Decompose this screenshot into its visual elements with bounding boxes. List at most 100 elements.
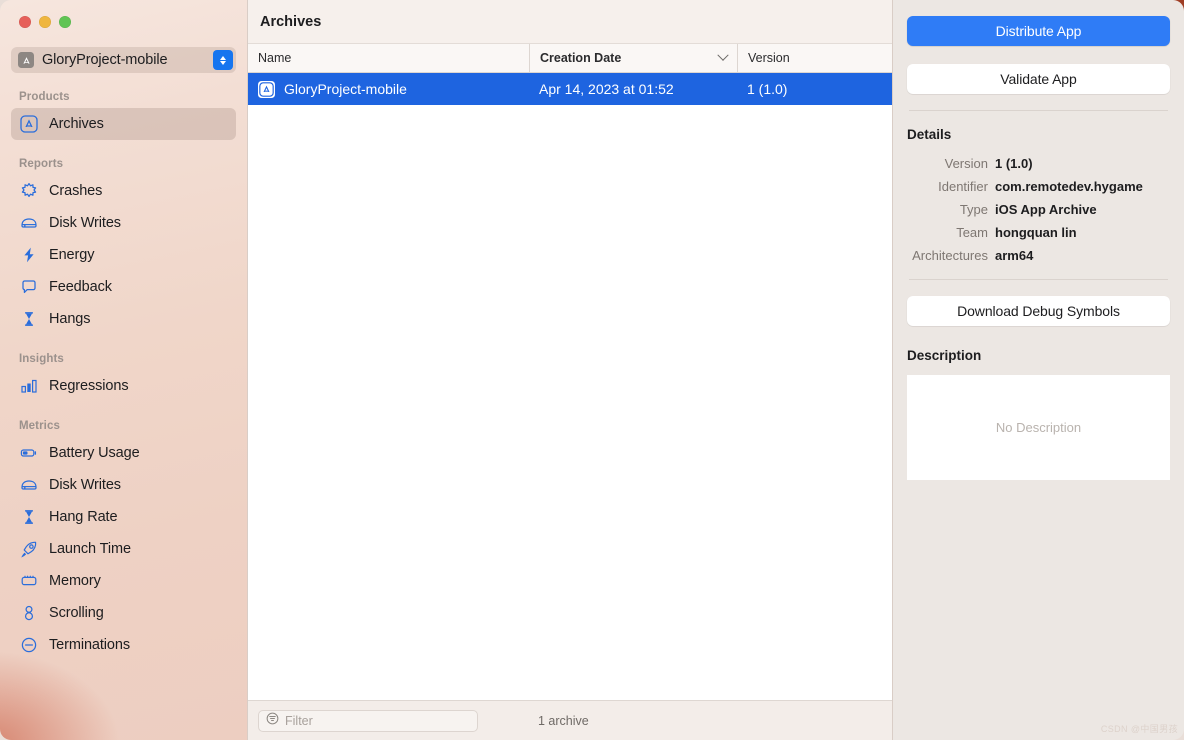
archive-inspector: Distribute App Validate App Details Vers…: [893, 0, 1184, 740]
detail-row-type: Type iOS App Archive: [907, 202, 1170, 217]
sidebar-item-archives[interactable]: Archives: [11, 108, 236, 140]
sidebar-item-label: Crashes: [49, 183, 103, 199]
xcode-organizer-window: GloryProject-mobile Products Archives Re…: [0, 0, 1184, 740]
sidebar-section-insights: Insights: [19, 353, 64, 365]
detail-value: 1 (1.0): [995, 156, 1033, 171]
page-title: Archives: [260, 13, 322, 30]
sidebar-item-launch-time[interactable]: Launch Time: [11, 533, 236, 565]
detail-row-team: Team hongquan lin: [907, 225, 1170, 240]
sidebar-item-regressions[interactable]: Regressions: [11, 370, 236, 402]
filter-icon: [266, 712, 279, 730]
sidebar-item-hangs[interactable]: Hangs: [11, 303, 236, 335]
speech-bubble-icon: [19, 278, 38, 297]
detail-value: iOS App Archive: [995, 202, 1097, 217]
details-list: Version 1 (1.0) Identifier com.remotedev…: [907, 156, 1170, 263]
sidebar-item-label: Disk Writes: [49, 215, 121, 231]
sidebar-item-terminations[interactable]: Terminations: [11, 629, 236, 661]
sidebar-item-hang-rate[interactable]: Hang Rate: [11, 501, 236, 533]
sidebar-item-label: Battery Usage: [49, 445, 140, 461]
detail-value: hongquan lin: [995, 225, 1077, 240]
column-header-label: Version: [748, 51, 790, 65]
sidebar-item-label: Regressions: [49, 378, 129, 394]
crash-burst-icon: [19, 182, 38, 201]
validate-app-button[interactable]: Validate App: [907, 64, 1170, 94]
download-debug-symbols-button[interactable]: Download Debug Symbols: [907, 296, 1170, 326]
close-button[interactable]: [19, 16, 31, 28]
detail-value: com.remotedev.hygame: [995, 179, 1143, 194]
sidebar-item-label: Memory: [49, 573, 101, 589]
archives-table-header: Name Creation Date Version: [248, 44, 892, 73]
battery-icon: [19, 444, 38, 463]
detail-key: Version: [944, 156, 988, 171]
archives-table-body: GloryProject-mobile Apr 14, 2023 at 01:5…: [248, 73, 892, 700]
detail-key: Architectures: [912, 248, 988, 263]
sidebar-section-reports: Reports: [19, 158, 64, 170]
zoom-button[interactable]: [59, 16, 71, 28]
sidebar-item-label: Energy: [49, 247, 95, 263]
disk-drive-icon: [19, 214, 38, 233]
column-header-label: Name: [258, 51, 292, 65]
xcode-project-icon: [18, 52, 34, 68]
detail-key: Identifier: [938, 179, 988, 194]
detail-row-architectures: Architectures arm64: [907, 248, 1170, 263]
scroll-knot-icon: [19, 604, 38, 623]
sidebar-section-products: Products: [19, 91, 70, 103]
bar-chart-icon: [19, 377, 38, 396]
content-footer: Filter 1 archive: [248, 700, 892, 740]
project-name-label: GloryProject-mobile: [42, 52, 168, 68]
archive-box-icon: [19, 115, 38, 134]
sidebar: GloryProject-mobile Products Archives Re…: [0, 0, 248, 740]
cell-version: 1 (1.0): [747, 81, 788, 97]
project-selector[interactable]: GloryProject-mobile: [11, 47, 236, 73]
filter-placeholder: Filter: [285, 713, 313, 728]
sidebar-item-memory[interactable]: Memory: [11, 565, 236, 597]
disk-drive-icon: [19, 476, 38, 495]
divider: [909, 110, 1168, 111]
table-row[interactable]: GloryProject-mobile Apr 14, 2023 at 01:5…: [248, 73, 892, 105]
minus-circle-icon: [19, 636, 38, 655]
column-header-version[interactable]: Version: [737, 44, 892, 72]
filter-input[interactable]: Filter: [258, 709, 478, 732]
detail-row-version: Version 1 (1.0): [907, 156, 1170, 171]
archive-box-icon: [258, 80, 275, 98]
up-down-chevron-icon[interactable]: [213, 50, 233, 70]
hourglass-icon: [19, 508, 38, 527]
project-selector-row: GloryProject-mobile: [0, 47, 247, 73]
distribute-app-button[interactable]: Distribute App: [907, 16, 1170, 46]
archives-content-pane: Archives Name Creation Date Version Glor…: [248, 0, 893, 740]
sidebar-item-energy[interactable]: Energy: [11, 239, 236, 271]
sidebar-item-disk-writes-report[interactable]: Disk Writes: [11, 207, 236, 239]
column-header-label: Creation Date: [540, 51, 622, 65]
watermark: CSDN @中国男孩: [1100, 724, 1178, 734]
sidebar-item-feedback[interactable]: Feedback: [11, 271, 236, 303]
archive-name: GloryProject-mobile: [284, 81, 407, 97]
sidebar-item-disk-writes-metric[interactable]: Disk Writes: [11, 469, 236, 501]
cell-name: GloryProject-mobile: [248, 73, 529, 105]
sidebar-item-label: Feedback: [49, 279, 112, 295]
hourglass-icon: [19, 310, 38, 329]
window-traffic-lights: [0, 0, 247, 44]
column-header-creation-date[interactable]: Creation Date: [529, 44, 737, 72]
content-titlebar: Archives: [248, 0, 892, 44]
chevron-down-icon: [717, 49, 729, 61]
detail-key: Type: [959, 202, 988, 217]
lightning-bolt-icon: [19, 246, 38, 265]
column-header-name[interactable]: Name: [248, 44, 529, 72]
detail-value: arm64: [995, 248, 1034, 263]
sidebar-item-scrolling[interactable]: Scrolling: [11, 597, 236, 629]
sidebar-item-battery-usage[interactable]: Battery Usage: [11, 437, 236, 469]
cell-creation-date: Apr 14, 2023 at 01:52: [539, 81, 674, 97]
divider: [909, 279, 1168, 280]
memory-chip-icon: [19, 572, 38, 591]
detail-row-identifier: Identifier com.remotedev.hygame: [907, 179, 1170, 194]
detail-key: Team: [956, 225, 988, 240]
sidebar-item-label: Scrolling: [49, 605, 104, 621]
sidebar-item-label: Terminations: [49, 637, 130, 653]
sidebar-item-label: Hangs: [49, 311, 91, 327]
details-heading: Details: [907, 127, 952, 142]
description-box[interactable]: No Description: [907, 375, 1170, 480]
rocket-icon: [19, 540, 38, 559]
sidebar-item-label: Launch Time: [49, 541, 131, 557]
sidebar-item-crashes[interactable]: Crashes: [11, 175, 236, 207]
minimize-button[interactable]: [39, 16, 51, 28]
